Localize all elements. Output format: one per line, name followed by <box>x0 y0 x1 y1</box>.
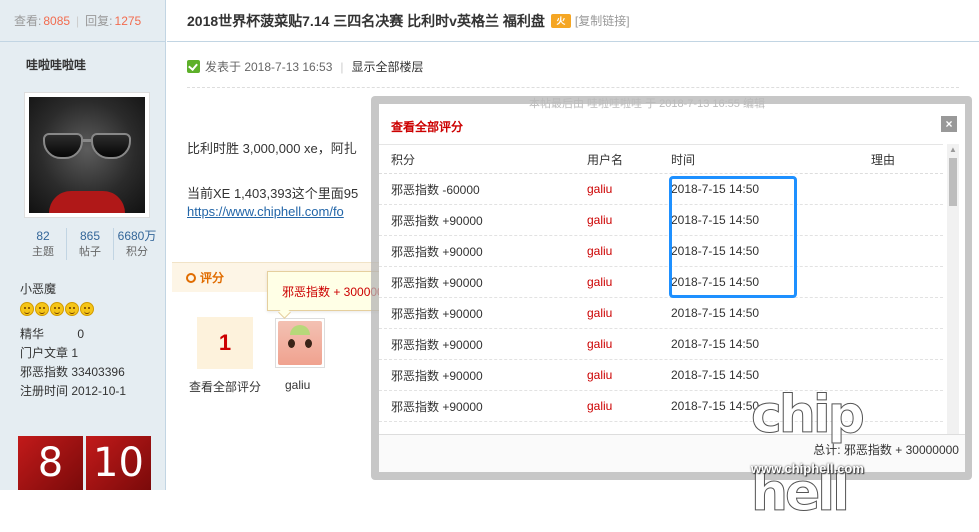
rating-circle-icon <box>186 272 196 283</box>
smiley-icon <box>65 302 79 316</box>
author-sidebar: 查看: 8085 | 回复: 1275 哇啦哇啦哇 82 主题 865 帖子 6… <box>0 0 166 490</box>
replies-count: 1275 <box>114 13 142 28</box>
post-date: 发表于 2018-7-13 16:53 <box>205 60 333 74</box>
rating-label: 评分 <box>200 271 225 285</box>
medal-badge[interactable]: 8 <box>18 436 83 490</box>
info-row: 精华 0 <box>20 327 85 341</box>
views-label: 查看: <box>14 14 42 28</box>
medal-badge[interactable]: 10 <box>86 436 151 490</box>
post-text: 当前XE 1,403,393这个里面95 <box>187 186 359 201</box>
chiphell-logo: chip hell <box>751 385 866 524</box>
scroll-thumb[interactable] <box>949 158 957 206</box>
table-row: 邪恶指数 +90000 galiu 2018-7-15 14:50 <box>379 298 943 329</box>
post-url-link[interactable]: https://www.chiphell.com/fo <box>187 204 344 219</box>
user-link[interactable]: galiu <box>587 275 671 289</box>
smiley-icon <box>80 302 94 316</box>
user-group[interactable]: 小恶魔 <box>20 280 56 297</box>
smiley-icon <box>20 302 34 316</box>
info-row: 注册时间 2012-10-1 <box>20 384 127 398</box>
edited-note: 本帖最后由 哇啦哇啦哇 于 2018-7-13 16:55 编辑 <box>529 98 765 110</box>
table-header: 积分 用户名 时间 理由 <box>379 144 943 174</box>
views-count: 8085 <box>43 13 71 28</box>
post-meta: 发表于 2018-7-13 16:53 | 显示全部楼层 <box>187 58 424 75</box>
replies-label: 回复: <box>85 14 113 28</box>
author-avatar[interactable] <box>24 92 150 218</box>
table-row: 邪恶指数 +90000 galiu 2018-7-15 14:50 <box>379 205 943 236</box>
user-link[interactable]: galiu <box>587 337 671 351</box>
medal-badges: 8 10 <box>18 436 151 490</box>
thread-title-bar: 2018世界杯菠菜贴7.14 三四名决赛 比利时v英格兰 福利盘 火 [复制链接… <box>167 0 979 42</box>
hot-icon: 火 <box>550 13 571 28</box>
meta-divider: | <box>340 59 344 74</box>
user-link[interactable]: galiu <box>587 213 671 227</box>
site-watermark: chip hell www.chiphell.com <box>751 376 973 524</box>
table-row: 邪恶指数 +90000 galiu 2018-7-15 14:50 <box>379 267 943 298</box>
view-all-ratings-link[interactable]: 查看全部评分 <box>189 378 261 395</box>
show-all-floors-link[interactable]: 显示全部楼层 <box>352 58 424 75</box>
author-info: 精华 0 门户文章 1 邪恶指数 33403396 注册时间 2012-10-1 <box>20 325 126 401</box>
table-row: 邪恶指数 -60000 galiu 2018-7-15 14:50 <box>379 174 943 205</box>
table-row: 邪恶指数 +90000 galiu 2018-7-15 14:50 <box>379 236 943 267</box>
thread-stats: 查看: 8085 | 回复: 1275 <box>0 0 165 42</box>
table-row: 邪恶指数 +90000 galiu 2018-7-15 14:50 <box>379 329 943 360</box>
user-link[interactable]: galiu <box>587 244 671 258</box>
rank-stars <box>20 302 94 316</box>
user-link[interactable]: galiu <box>587 306 671 320</box>
info-row: 邪恶指数 33403396 <box>20 365 125 379</box>
author-stats: 82 主题 865 帖子 6680万 积分 <box>20 228 160 260</box>
dialog-header: 本帖最后由 哇啦哇啦哇 于 2018-7-13 16:55 编辑 查看全部评分 … <box>379 98 965 144</box>
stat-threads[interactable]: 82 主题 <box>20 228 67 260</box>
stat-posts[interactable]: 865 帖子 <box>67 228 114 260</box>
user-link[interactable]: galiu <box>587 368 671 382</box>
user-link[interactable]: galiu <box>587 182 671 196</box>
rater-avatar-image <box>278 321 322 365</box>
post-text: 比利时胜 3,000,000 xe，阿扎 <box>187 141 357 156</box>
divider <box>187 87 959 88</box>
col-score: 积分 <box>391 152 416 167</box>
watermark-url: www.chiphell.com <box>751 461 864 476</box>
info-row: 门户文章 1 <box>20 346 79 360</box>
smiley-icon <box>50 302 64 316</box>
user-link[interactable]: galiu <box>587 399 671 413</box>
col-time: 时间 <box>671 152 696 167</box>
close-icon[interactable]: × <box>941 116 957 132</box>
sunglasses-icon <box>43 133 131 159</box>
avatar-image <box>29 97 145 213</box>
online-status-icon <box>187 60 200 73</box>
rater-avatar[interactable] <box>275 318 325 368</box>
copy-link-button[interactable]: [复制链接] <box>575 12 630 29</box>
dialog-title: 查看全部评分 <box>391 120 464 134</box>
col-reason: 理由 <box>871 152 896 167</box>
scroll-up-icon[interactable]: ▲ <box>947 144 959 156</box>
smiley-icon <box>35 302 49 316</box>
col-user: 用户名 <box>587 152 624 167</box>
author-name[interactable]: 哇啦哇啦哇 <box>0 42 165 73</box>
thread-title: 2018世界杯菠菜贴7.14 三四名决赛 比利时v英格兰 福利盘 <box>187 12 545 29</box>
rater-name-link[interactable]: galiu <box>285 378 310 392</box>
rating-count[interactable]: 1 <box>197 317 253 369</box>
stats-divider: | <box>76 13 80 28</box>
stat-credits[interactable]: 6680万 积分 <box>114 228 160 260</box>
